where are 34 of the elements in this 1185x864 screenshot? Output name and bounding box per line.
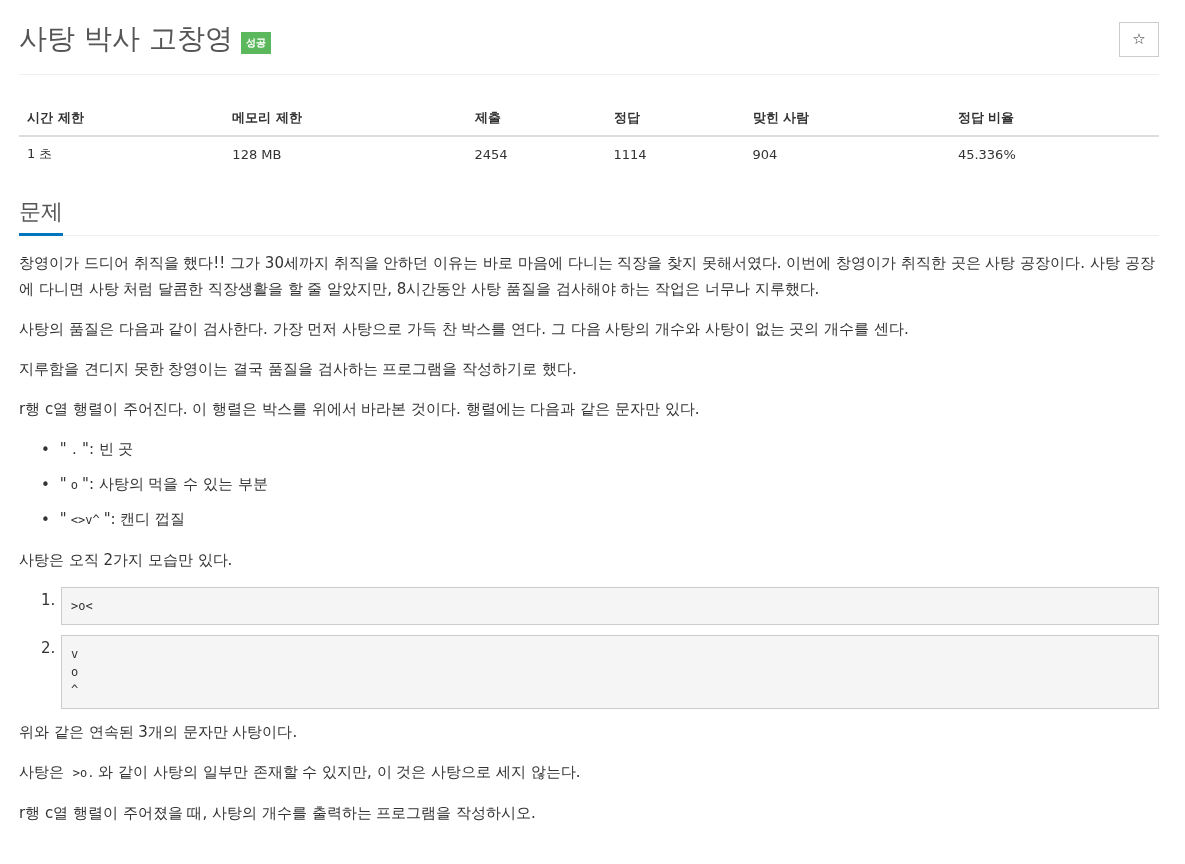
paragraph: 사탕은 오직 2가지 모습만 있다. bbox=[19, 550, 234, 571]
status-badge: 성공 bbox=[240, 32, 271, 54]
paragraph: 사탕은 >o. 와 같이 사탕의 일부만 존재할 수 있지만, 이 것은 사탕으로 세지 않는다. bbox=[19, 762, 582, 783]
list-number: 1. bbox=[41, 590, 55, 611]
bullet-marker: • bbox=[41, 439, 50, 461]
column-header: 시간 제한 bbox=[19, 101, 225, 136]
table-cell: 45.336% bbox=[949, 136, 1159, 171]
table-cell: 2454 bbox=[466, 136, 606, 171]
paragraph: r행 c열 행렬이 주어졌을 때, 사탕의 개수를 출력하는 프로그램을 작성하시오. bbox=[19, 803, 537, 824]
table-cell: 904 bbox=[744, 136, 950, 171]
bullet-marker: • bbox=[41, 509, 50, 531]
column-header: 제출 bbox=[466, 101, 606, 136]
star-button[interactable]: ☆ bbox=[1119, 21, 1159, 57]
code-block: >o< bbox=[61, 587, 1159, 625]
list-item: " . ": 빈 곳 bbox=[59, 439, 134, 460]
column-header: 정답 bbox=[605, 101, 745, 136]
column-header: 맞힌 사람 bbox=[744, 101, 950, 136]
column-header: 메모리 제한 bbox=[224, 101, 467, 136]
table-cell: 1 초 bbox=[19, 136, 225, 171]
paragraph: 사탕의 품질은 다음과 같이 검사한다. 가장 먼저 사탕으로 가득 찬 박스를 연다. 그 다음 사탕의 개수와 사탕이 없는 곳의 개수를 센다. bbox=[19, 319, 910, 340]
list-number: 2. bbox=[41, 638, 55, 659]
column-header: 정답 비율 bbox=[949, 101, 1159, 136]
code-block: v o ^ bbox=[61, 635, 1159, 709]
bullet-marker: • bbox=[41, 474, 50, 496]
section-title: 문제 bbox=[19, 197, 63, 236]
list-item: " <>v^ ": 캔디 껍질 bbox=[59, 509, 186, 530]
paragraph: 위와 같은 연속된 3개의 문자만 사탕이다. bbox=[19, 722, 299, 743]
paragraph: r행 c열 행렬이 주어진다. 이 행렬은 박스를 위에서 바라본 것이다. 행렬에는 다음과 같은 문자만 있다. bbox=[19, 399, 701, 420]
list-item: " o ": 사탕의 먹을 수 있는 부분 bbox=[59, 474, 268, 495]
problem-title: 사탕 박사 고창영 bbox=[19, 21, 233, 57]
paragraph: 창영이가 드디어 취직을 했다!! 그가 30세까지 취직을 안하던 이유는 바로 마음에 다니는 직장을 찾지 못해서였다. 이번에 창영이가 취직한 곳은 사탕 공장이다. 사탕 공장에 다니면 사탕 처럼 달콤한 직장생활을 할 줄 알았지만, 8시간동안 사탕 품질을 검사해야 하는 작업은 너무나 지루했다. bbox=[19, 253, 1156, 300]
table-cell: 128 MB bbox=[224, 136, 467, 171]
table-cell: 1114 bbox=[605, 136, 745, 171]
paragraph: 지루함을 견디지 못한 창영이는 결국 품질을 검사하는 프로그램을 작성하기로 했다. bbox=[19, 359, 578, 380]
